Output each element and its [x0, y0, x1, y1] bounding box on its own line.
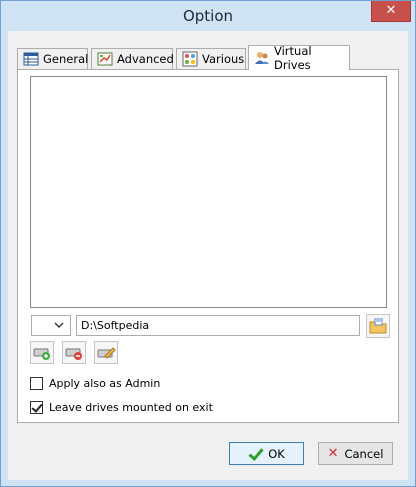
tab-label: General [43, 52, 89, 66]
virtual-drives-panel: Apply also as Admin Leave drives mounted… [17, 69, 399, 423]
option-dialog: Option ✕ General Advanced Various Virtua… [0, 0, 416, 487]
tab-label: Advanced [117, 52, 174, 66]
tab-advanced[interactable]: Advanced [91, 48, 174, 69]
cancel-button[interactable]: ✕ Cancel [318, 442, 393, 465]
check-icon [248, 448, 262, 460]
dialog-client-area: General Advanced Various Virtual Drives [8, 31, 408, 480]
apply-admin-label: Apply also as Admin [49, 377, 161, 390]
remove-drive-button[interactable] [62, 341, 86, 364]
chart-icon [97, 51, 113, 67]
drive-path-input[interactable] [76, 315, 360, 336]
drive-add-icon [33, 348, 50, 360]
grid-icon [23, 51, 39, 67]
tab-label: Virtual Drives [274, 44, 312, 72]
tab-various[interactable]: Various [176, 48, 246, 69]
edit-drive-button[interactable] [94, 341, 118, 364]
virtual-drives-list[interactable] [30, 76, 387, 308]
add-drive-button[interactable] [30, 341, 54, 364]
title-bar[interactable]: Option ✕ [1, 1, 415, 31]
apps-icon [182, 51, 198, 67]
drive-letter-select[interactable] [31, 315, 71, 336]
folder-icon [369, 318, 387, 334]
close-button[interactable]: ✕ [371, 1, 411, 22]
leave-mounted-label: Leave drives mounted on exit [49, 401, 213, 414]
drive-edit-icon [97, 347, 116, 359]
apply-admin-checkbox[interactable] [30, 377, 43, 390]
cancel-x-icon: ✕ [327, 446, 339, 461]
browse-folder-button[interactable] [366, 314, 390, 338]
users-icon [254, 50, 270, 66]
window-title: Option [182, 7, 234, 25]
leave-mounted-checkbox[interactable] [30, 401, 43, 414]
drive-remove-icon [65, 348, 82, 360]
cancel-label: Cancel [344, 446, 384, 461]
tab-label: Various [202, 52, 245, 66]
ok-button[interactable]: OK [229, 442, 304, 465]
close-icon: ✕ [385, 3, 397, 18]
apply-admin-option[interactable]: Apply also as Admin [30, 377, 160, 390]
tab-general[interactable]: General [17, 48, 88, 69]
chevron-down-icon [54, 322, 64, 328]
ok-label: OK [268, 446, 285, 461]
tab-virtual-drives[interactable]: Virtual Drives [248, 44, 350, 72]
leave-mounted-option[interactable]: Leave drives mounted on exit [30, 401, 213, 414]
